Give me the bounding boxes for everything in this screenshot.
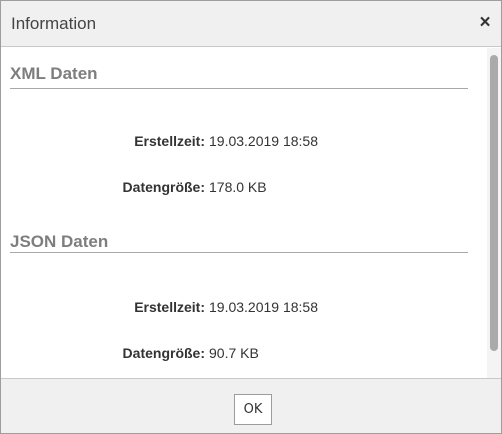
close-icon[interactable]: × [475, 13, 495, 33]
ok-button[interactable]: OK [234, 394, 272, 425]
information-dialog: Information × XML Daten Erstellzeit: 19.… [0, 0, 502, 434]
dialog-footer: OK [1, 378, 501, 433]
json-size-label: Datengröße: [122, 345, 205, 361]
json-size-value: 90.7 KB [209, 345, 259, 361]
xml-size-label: Datengröße: [122, 179, 205, 195]
json-created-value: 19.03.2019 18:58 [209, 299, 318, 315]
xml-created-value: 19.03.2019 18:58 [209, 133, 318, 149]
dialog-title: Information [11, 14, 97, 33]
json-section-divider [10, 252, 468, 253]
json-section-title: JSON Daten [10, 232, 109, 251]
xml-created-label: Erstellzeit: [134, 133, 205, 149]
dialog-content: XML Daten Erstellzeit: 19.03.2019 18:58 … [1, 48, 487, 378]
content-scrollbar[interactable] [487, 48, 501, 378]
xml-section-title: XML Daten [10, 64, 98, 83]
xml-size-value: 178.0 KB [209, 179, 267, 195]
xml-section-divider [10, 88, 468, 89]
json-created-label: Erstellzeit: [134, 299, 205, 315]
scrollbar-thumb[interactable] [490, 55, 498, 351]
dialog-titlebar[interactable]: Information × [1, 1, 501, 47]
